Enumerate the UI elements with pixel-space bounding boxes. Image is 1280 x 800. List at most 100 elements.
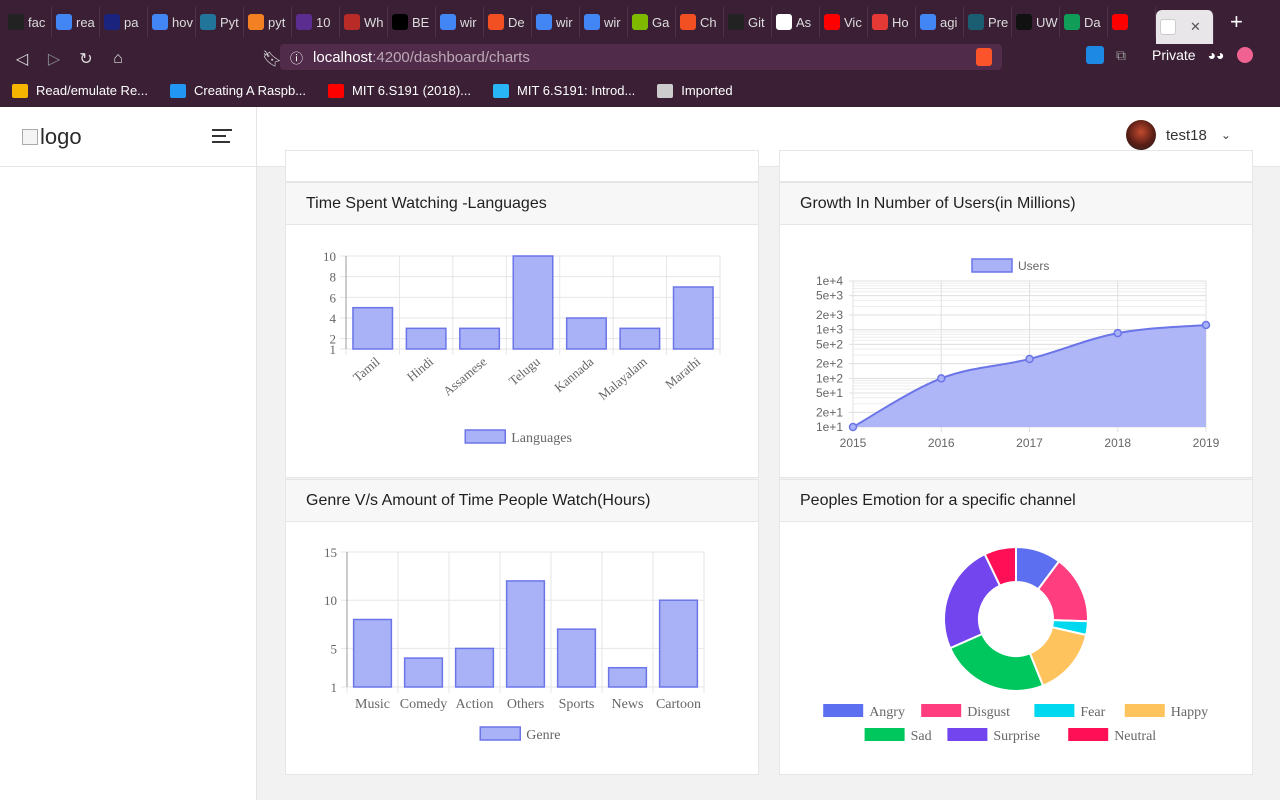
tab-label: Ch [700,14,717,30]
tab-favicon-icon [824,14,840,30]
home-icon[interactable]: ⌂ [102,50,134,68]
bookmark-item[interactable]: Creating A Raspb... [170,83,306,98]
folder-icon [657,83,674,98]
tab-favicon-icon [920,14,936,30]
y-tick-label: 6 [330,290,337,305]
x-tick-label: News [612,697,644,712]
x-tick-label: 2019 [1193,436,1220,450]
y-tick-label: 1e+4 [816,274,843,288]
tab-label: As [796,14,812,30]
genre-card-title: Genre V/s Amount of Time People Watch(Ho… [286,480,758,522]
browser-tab[interactable]: 10 [292,7,340,37]
x-tick-label: Music [355,697,390,712]
y-tick-label: 5e+1 [816,386,843,400]
browser-tab[interactable]: Vic [820,7,868,37]
y-tick-label: 1e+3 [816,323,843,337]
menu-toggle-icon[interactable] [212,129,232,147]
x-tick-label: 2018 [1104,436,1131,450]
close-icon[interactable]: ✕ [1190,19,1201,35]
x-tick-label: Telugu [506,353,544,388]
y-tick-label: 1e+1 [816,420,843,434]
ublock-icon[interactable] [1086,46,1104,64]
genre-bar-chart: 15 10 5 1 Music Comedy Action Others Sports News C… [324,545,705,743]
browser-tab[interactable]: Pyt [196,7,244,37]
legend-swatch [1124,704,1165,717]
browser-tab-bar: fac rea pa hov Pyt pyt 10 Wh BE wir De wir wir Ga Ch Gi… [0,0,1280,44]
x-tick-label: Malayalam [595,354,649,403]
x-tick-label: Tamil [350,354,383,385]
x-tick-label: Marathi [662,354,703,392]
tab-favicon-icon [248,14,264,30]
bookmark-item[interactable]: Read/emulate Re... [12,83,148,98]
reload-icon[interactable]: ↻ [70,49,102,69]
bookmark-favicon-icon [328,83,345,98]
bookmark-item[interactable]: Imported [657,83,733,98]
bar [658,599,699,688]
x-tick-label: 2015 [840,436,867,450]
brave-shield-icon[interactable] [976,48,992,66]
browser-tab[interactable]: wir [532,7,580,37]
chevron-down-icon[interactable]: ⌄ [1221,128,1231,142]
y-tick-label: 1e+2 [816,371,843,385]
browser-tab[interactable]: rea [52,7,100,37]
tab-label: Wh [364,14,384,30]
x-tick-label: 2017 [1016,436,1043,450]
browser-tab[interactable]: Wh [340,7,388,37]
tab-favicon-icon [8,14,24,30]
info-icon[interactable]: ⓘ [290,48,303,67]
legend-label: Genre [526,728,560,743]
url-path: :4200/dashboard/charts [372,48,530,66]
update-icon[interactable] [1236,47,1253,63]
y-tick-label: 1 [330,342,337,357]
tab-favicon-icon [296,14,312,30]
bookmark-item[interactable]: MIT 6.S191: Introd... [493,83,635,98]
tab-favicon-icon [104,14,120,30]
bar [619,327,661,350]
data-point [848,422,858,432]
legend-swatch [864,728,905,741]
y-tick-label: 2e+1 [816,405,843,419]
x-tick-label: Assamese [440,354,490,399]
tab-label: Ga [652,14,670,30]
browser-tab[interactable]: UW [1012,7,1060,37]
browser-tab[interactable]: pa [100,7,148,37]
browser-tab[interactable]: Pre [964,7,1012,37]
tab-favicon-icon [584,14,600,30]
browser-tab[interactable]: Git [724,7,772,37]
url-bar[interactable]: ⓘ localhost:4200/dashboard/charts [280,44,1002,70]
browser-tab[interactable]: wir [580,7,628,37]
browser-tab[interactable]: De [484,7,532,37]
extension-icon[interactable]: ⧉ [1116,47,1126,64]
browser-tab[interactable] [1108,7,1156,37]
back-icon[interactable]: ◁ [6,49,38,69]
browser-tab[interactable]: As [772,7,820,37]
browser-tab[interactable]: agi [916,7,964,37]
tab-label: BE [412,14,430,30]
tab-label: fac [28,14,46,30]
forward-icon[interactable]: ▷ [38,49,70,69]
browser-tab[interactable]: wir [436,7,484,37]
logo[interactable]: logo [22,124,82,150]
browser-tab[interactable]: fac [4,7,52,37]
browser-tab[interactable]: Ch [676,7,724,37]
growth-card-title: Growth In Number of Users(in Millions) [780,183,1252,225]
tab-favicon-icon [680,14,696,30]
bookmark-item[interactable]: MIT 6.S191 (2018)... [328,83,471,98]
legend-swatch [971,258,1013,273]
bar [672,286,714,350]
browser-tab[interactable]: Ho [868,7,916,37]
browser-tab[interactable]: pyt [244,7,292,37]
browser-tab[interactable]: BE [388,7,436,37]
browser-tab[interactable]: Da [1060,7,1108,37]
user-menu[interactable]: test18 ⌄ [1126,120,1231,150]
growth-card: Growth In Number of Users(in Millions) 1… [779,182,1253,478]
legend-swatch [1068,728,1109,741]
browser-tab[interactable]: hov [148,7,196,37]
legend-swatch [1034,704,1075,717]
new-tab-icon[interactable]: + [1230,9,1243,35]
browser-tab[interactable]: Ga [628,7,676,37]
avatar[interactable] [1126,120,1156,150]
tab-favicon-icon [488,14,504,30]
active-browser-tab[interactable]: ✕ [1156,10,1214,44]
bookmark-label: MIT 6.S191: Introd... [517,83,636,98]
